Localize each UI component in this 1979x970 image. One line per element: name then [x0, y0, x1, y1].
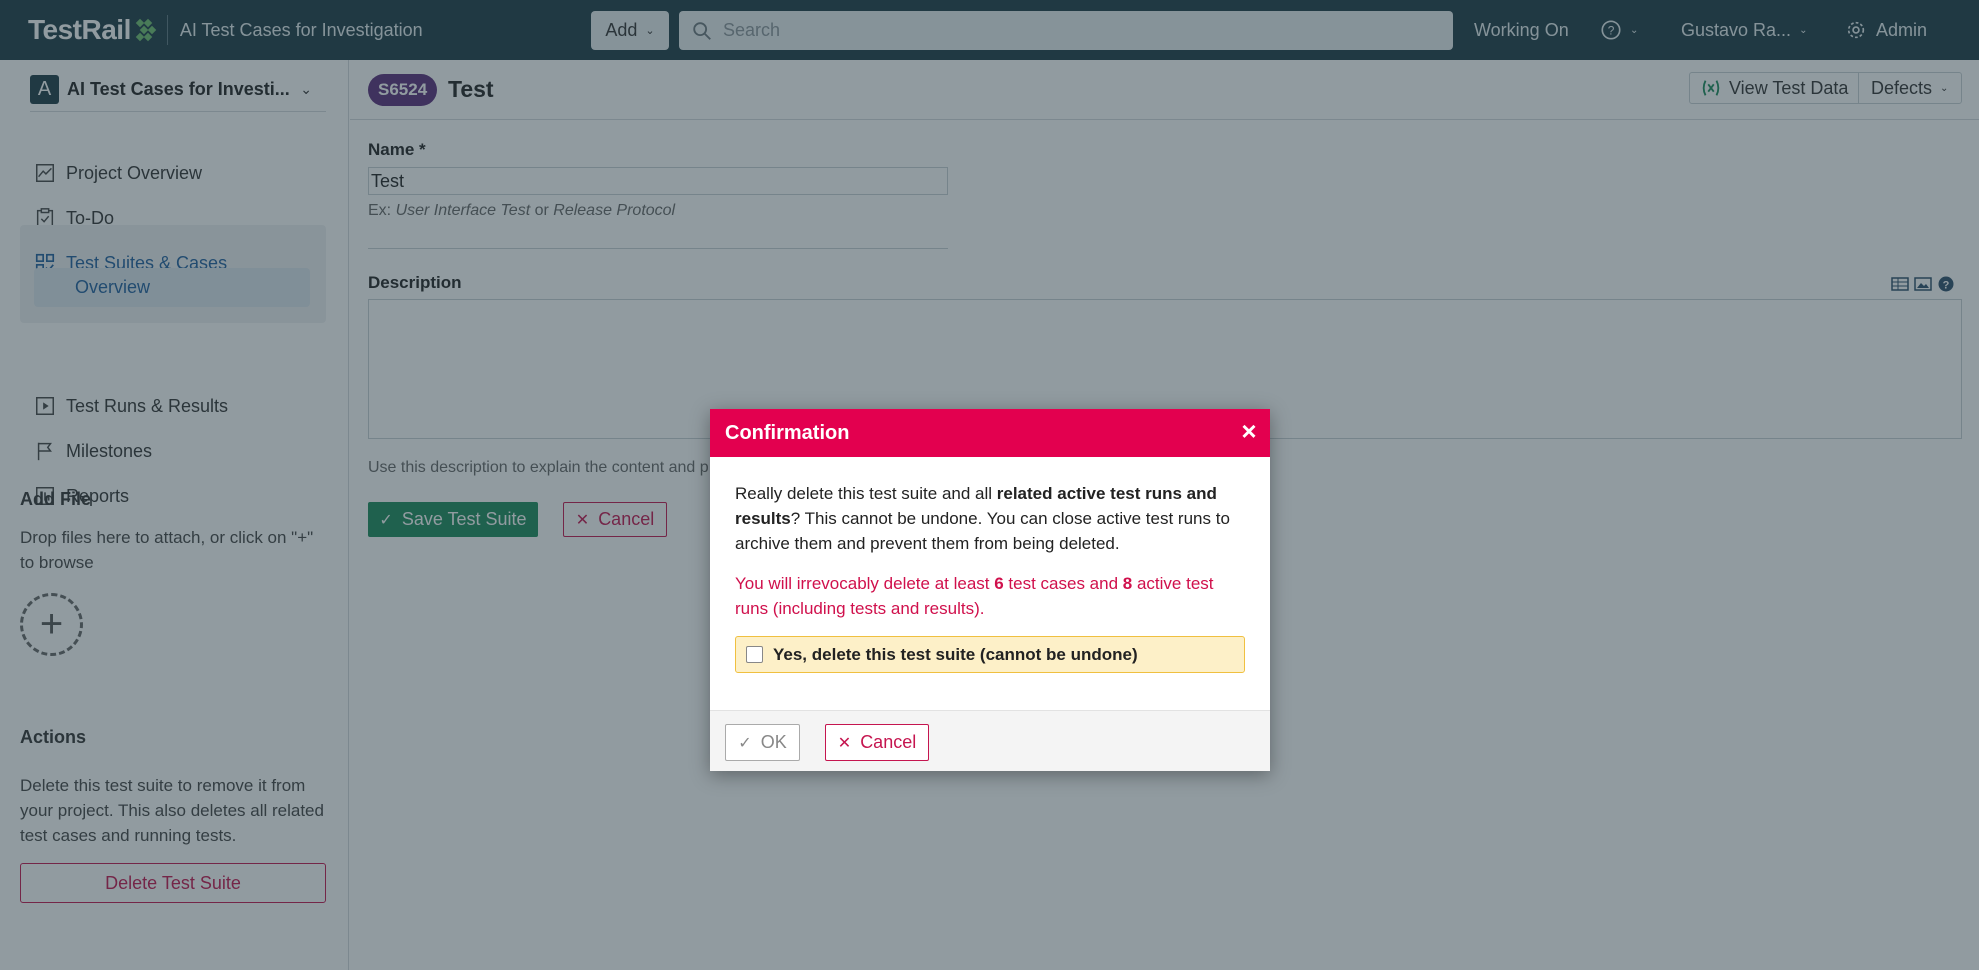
dialog-title: Confirmation [725, 421, 850, 444]
dialog-header: Confirmation × [710, 409, 1270, 457]
warning-part: test cases and [1003, 574, 1123, 593]
close-icon: ✕ [837, 734, 852, 752]
dialog-cancel-button[interactable]: ✕ Cancel [825, 724, 929, 761]
warning-part: You will irrevocably delete at least [735, 574, 995, 593]
dialog-cancel-label: Cancel [860, 732, 917, 752]
dialog-message: Really delete this test suite and all re… [735, 481, 1251, 556]
warning-run-count: 8 [1122, 574, 1133, 593]
confirm-delete-label: Yes, delete this test suite (cannot be u… [773, 644, 1138, 664]
message-part: ? This cannot be undone. You can close a… [735, 509, 1230, 553]
dialog-footer: ✓ OK ✕ Cancel [710, 710, 1270, 771]
ok-label: OK [760, 732, 787, 752]
message-part: Really delete this test suite and all [735, 484, 997, 503]
check-icon: ✓ [738, 734, 752, 752]
confirm-delete-checkbox[interactable] [746, 646, 763, 663]
warning-case-count: 6 [994, 574, 1004, 593]
confirmation-dialog: Confirmation × Really delete this test s… [710, 409, 1270, 771]
dialog-warning: You will irrevocably delete at least 6 t… [735, 571, 1251, 621]
close-icon[interactable]: × [1237, 418, 1261, 444]
confirm-delete-checkbox-row[interactable]: Yes, delete this test suite (cannot be u… [735, 636, 1245, 673]
ok-button[interactable]: ✓ OK [725, 724, 800, 761]
